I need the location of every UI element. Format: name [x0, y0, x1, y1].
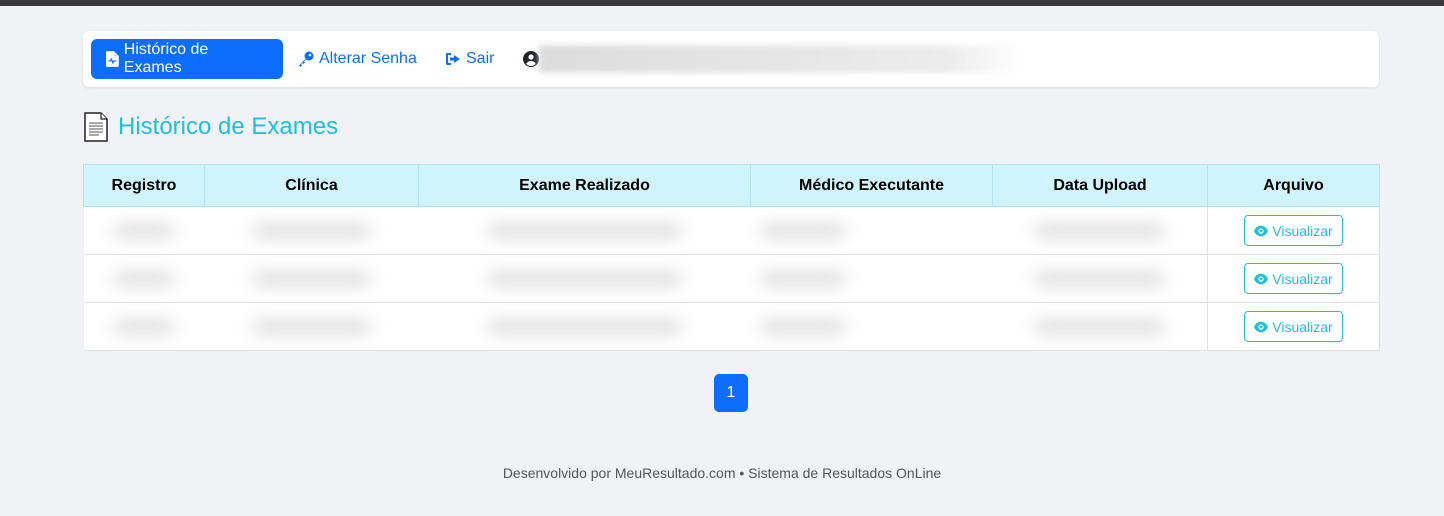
nav-alterar-senha-label: Alterar Senha [319, 50, 417, 67]
exams-table: Registro Clínica Exame Realizado Médico … [83, 164, 1380, 351]
nav-bar: Histórico de Exames Alterar Senha Sair [83, 31, 1379, 87]
col-exame: Exame Realizado [418, 164, 751, 207]
col-arquivo: Arquivo [1207, 164, 1380, 207]
cell-exame-redacted [418, 302, 751, 351]
cell-clinica-redacted [204, 206, 419, 255]
col-medico: Médico Executante [750, 164, 993, 207]
user-circle-icon [523, 51, 539, 67]
visualizar-button[interactable]: Visualizar [1244, 263, 1343, 294]
pagination-page-1[interactable]: 1 [714, 374, 748, 412]
page-header: Histórico de Exames [83, 111, 338, 143]
table-header-row: Registro Clínica Exame Realizado Médico … [83, 164, 1380, 207]
eye-icon [1254, 321, 1269, 332]
nav-historico-label: Histórico de Exames [123, 41, 209, 76]
cell-registro-redacted [83, 302, 205, 351]
page-title: Histórico de Exames [118, 113, 339, 140]
cell-registro-redacted [83, 206, 205, 255]
user-name-redacted [539, 45, 1019, 73]
col-registro: Registro [83, 164, 205, 207]
nav-historico-exames[interactable]: Histórico de Exames [91, 39, 283, 79]
visualizar-button[interactable]: Visualizar [1244, 215, 1343, 246]
visualizar-label: Visualizar [1272, 318, 1333, 335]
table-row: Visualizar [83, 302, 1380, 351]
sign-out-icon [446, 53, 460, 65]
cell-medico-redacted [750, 206, 993, 255]
eye-icon [1254, 225, 1269, 236]
cell-clinica-redacted [204, 254, 419, 303]
eye-icon [1254, 273, 1269, 284]
cell-data-redacted [992, 302, 1208, 351]
cell-medico-redacted [750, 254, 993, 303]
cell-registro-redacted [83, 254, 205, 303]
col-data-upload: Data Upload [992, 164, 1208, 207]
document-icon [84, 112, 108, 142]
cell-data-redacted [992, 254, 1208, 303]
visualizar-label: Visualizar [1272, 222, 1333, 239]
cell-exame-redacted [418, 254, 751, 303]
window-top-bar [0, 0, 1444, 6]
cell-data-redacted [992, 206, 1208, 255]
col-clinica: Clínica [204, 164, 419, 207]
nav-sair-label: Sair [466, 50, 495, 67]
cell-arquivo: Visualizar [1207, 302, 1380, 351]
cell-arquivo: Visualizar [1207, 206, 1380, 255]
key-icon [299, 51, 314, 67]
cell-exame-redacted [418, 206, 751, 255]
cell-arquivo: Visualizar [1207, 254, 1380, 303]
nav-alterar-senha[interactable]: Alterar Senha [298, 39, 417, 79]
table-row: Visualizar [83, 254, 1380, 303]
cell-medico-redacted [750, 302, 993, 351]
file-medical-icon [106, 51, 119, 67]
visualizar-button[interactable]: Visualizar [1244, 311, 1343, 342]
user-info [523, 45, 539, 73]
nav-sair[interactable]: Sair [445, 39, 494, 79]
visualizar-label: Visualizar [1272, 270, 1333, 287]
footer-text: Desenvolvido por MeuResultado.com • Sist… [502, 465, 942, 481]
table-row: Visualizar [83, 206, 1380, 255]
cell-clinica-redacted [204, 302, 419, 351]
